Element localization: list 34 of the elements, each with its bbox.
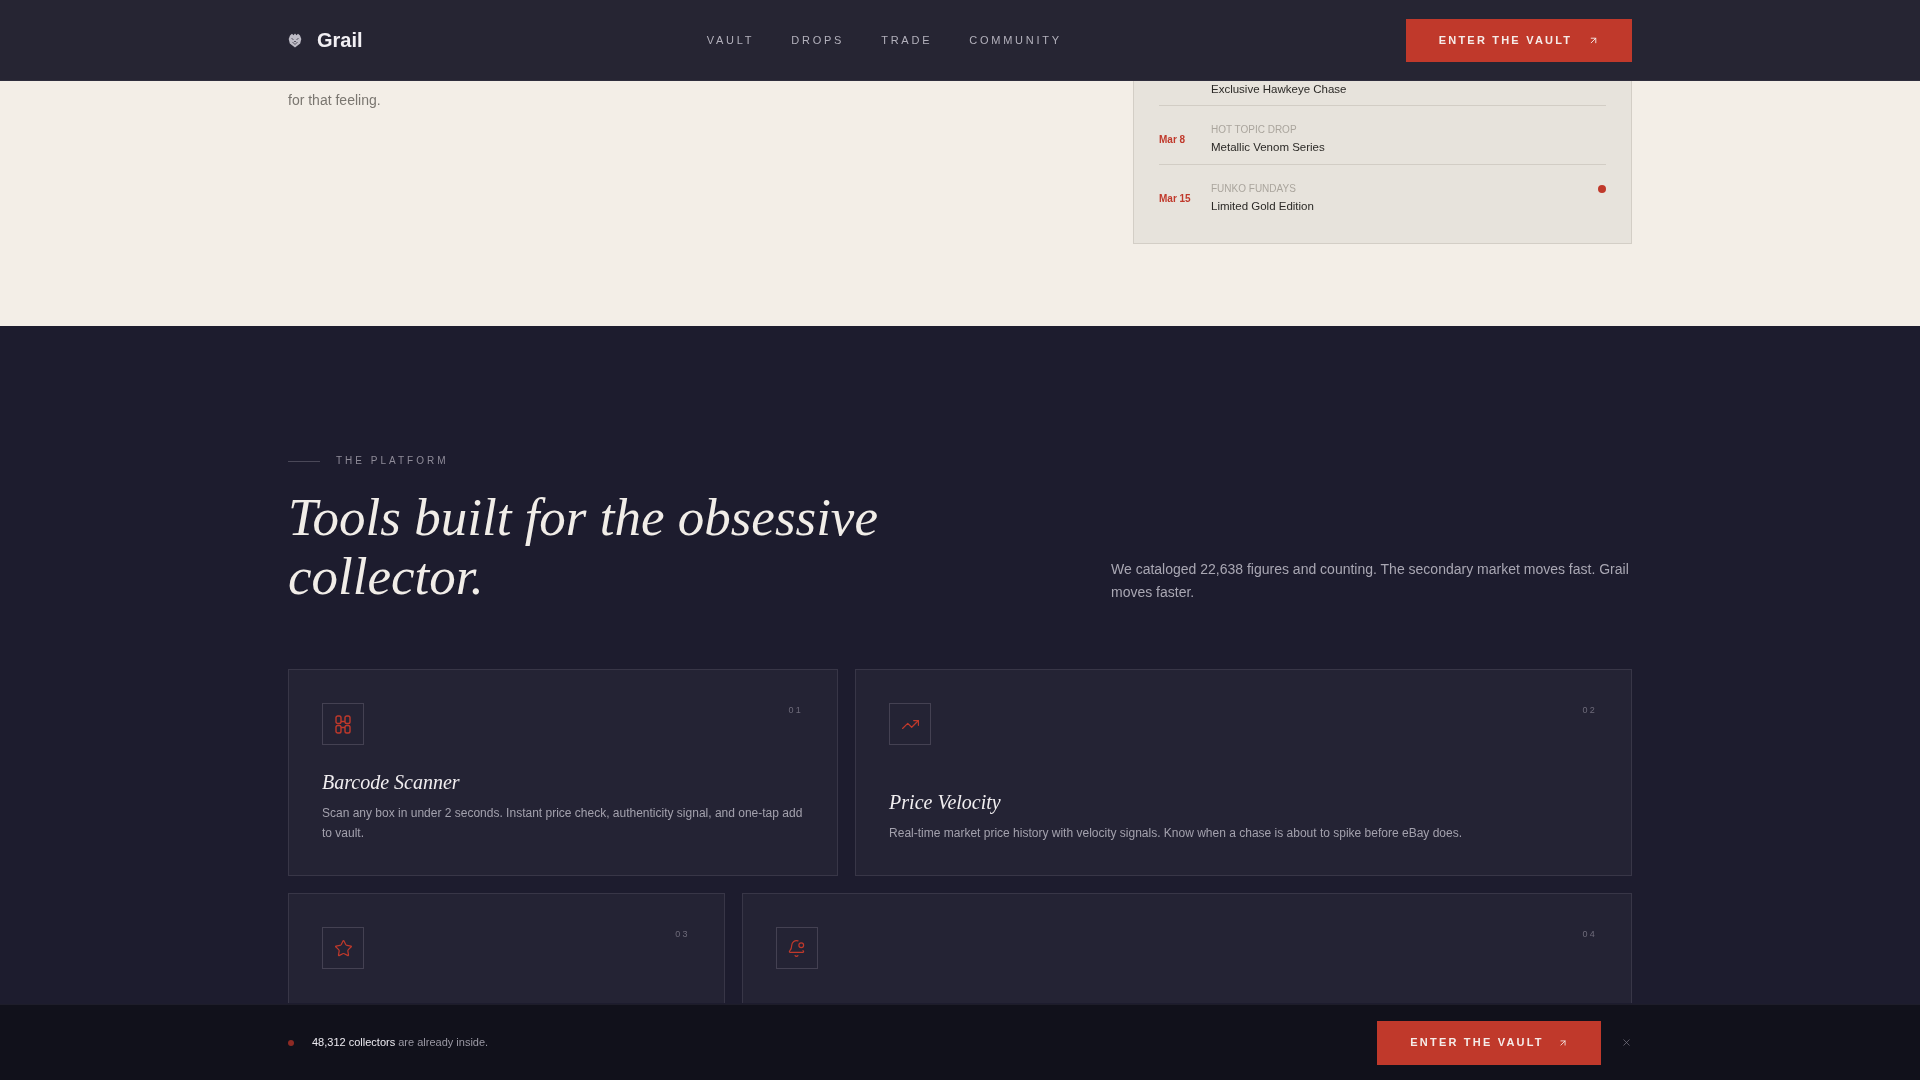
intro-paragraph: for that feeling. — [288, 91, 382, 110]
drop-title: Exclusive Hawkeye Chase — [1211, 82, 1347, 97]
nav-link[interactable]: COMMUNITY — [969, 31, 1062, 49]
feature-number: 03 — [675, 928, 690, 940]
drop-category: FUNKO FUNDAYS — [1211, 182, 1296, 196]
feature-number: 01 — [788, 704, 804, 716]
feature-number: 04 — [1582, 928, 1597, 940]
nav-link[interactable]: TRADE — [881, 31, 933, 49]
brand-logo-link[interactable]: Grail — [317, 25, 363, 55]
section-heading: Tools built for the obsessive collector. — [288, 488, 879, 606]
enter-vault-button[interactable]: ENTER THE VAULT — [1377, 1020, 1601, 1065]
feature-title: Barcode Scanner — [322, 770, 460, 794]
enter-vault-button[interactable]: ENTER THE VAULT — [1406, 18, 1632, 62]
bell-tile-icon — [775, 927, 818, 969]
feature-description: Scan any box in under 2 seconds. Instant price check, authenticity signal, and one-tap add to vault. — [322, 805, 804, 842]
arrow-up-right-icon — [1557, 1037, 1568, 1048]
feature-title: Price Velocity — [889, 790, 1001, 814]
drop-date: Mar 15 — [1159, 193, 1191, 204]
drop-title: Limited Gold Edition — [1211, 199, 1314, 214]
trend-up-tile-icon — [889, 703, 932, 745]
drop-date: Mar 8 — [1159, 134, 1186, 145]
drop-category: HOT TOPIC DROP — [1211, 123, 1297, 137]
nav-link[interactable]: VAULT — [706, 31, 755, 49]
linked-squares-tile-icon — [322, 703, 364, 745]
section-eyebrow: THE PLATFORM — [336, 454, 449, 468]
nav-link[interactable]: DROPS — [791, 31, 845, 49]
collectors-count-text: 48,312 collectors are already inside. — [312, 1035, 489, 1051]
star-tile-icon — [322, 927, 364, 969]
section-blurb: We cataloged 22,638 figures and counting. The secondary market moves fast. Grail moves faster. — [1111, 560, 1630, 602]
feature-number: 02 — [1582, 704, 1597, 716]
crest-icon — [288, 32, 302, 48]
drop-title: Metallic Venom Series — [1211, 140, 1325, 155]
feature-description: Real-time market price history with velocity signals. Know when a chase is about to spike before eBay does. — [889, 825, 1464, 842]
close-icon[interactable] — [1621, 1037, 1632, 1048]
